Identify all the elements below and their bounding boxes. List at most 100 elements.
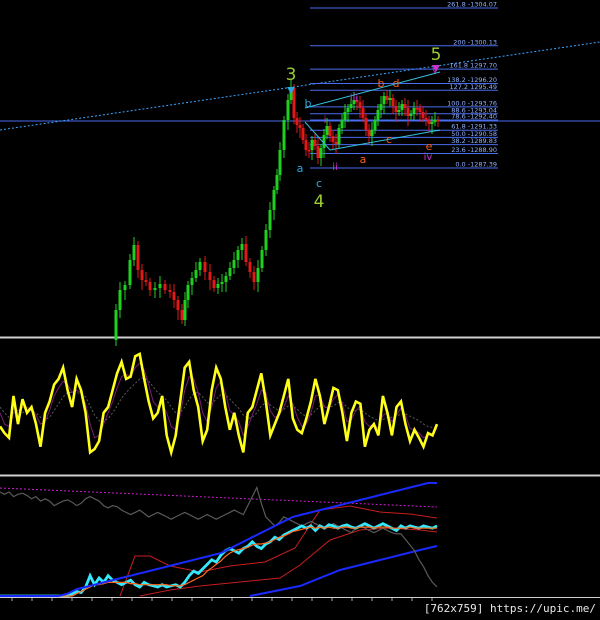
candle-body [334,142,338,144]
candle-body [376,110,380,120]
candle-body [248,262,252,272]
candle-body [361,108,365,118]
candle-body [409,114,413,116]
candle-body [132,245,136,260]
candle-body [388,98,392,100]
candle-body [186,285,190,300]
candle-body [232,260,236,268]
candle-body [391,98,395,106]
fib-level-label: 78.6 -1292.40 [451,112,497,120]
fib-level-label: 127.2 1295.49 [449,83,497,91]
candle-body [364,118,368,130]
candle-body [433,120,437,122]
candle-body [385,96,389,100]
candle-body [268,210,272,230]
chart-root: 261.8 -1304.07 200 -1300.13 161.8 1297.70 1… [0,0,600,616]
candle-body [136,245,140,270]
candle-body [436,120,440,122]
wave-label: 5 [431,45,442,65]
candle-body [418,108,422,112]
candle-body [358,102,362,108]
candle-body [148,282,152,290]
wave-label: iii [350,93,358,104]
candle-body [220,282,224,284]
candle-body [400,104,404,110]
wave-label: i [324,115,327,126]
watermark: [762x759] https://upic.me/ [423,602,596,615]
candle-body [275,175,279,190]
candle-body [301,128,305,140]
candle-body [403,104,407,108]
wave-label: iv [424,152,433,163]
wave-label: c [386,133,392,146]
candle-body [415,108,419,110]
wave-label: a [360,153,367,166]
candle-body [307,150,311,152]
candle-body [379,104,383,110]
trading-chart: 261.8 -1304.07 200 -1300.13 161.8 1297.70 1… [0,0,600,616]
candle-body [286,100,290,120]
candle-body [208,272,212,280]
candle-body [292,88,296,118]
candle-body [337,128,341,144]
candle-body [256,268,260,282]
wave-label: c [316,177,322,190]
candle-body [236,250,240,260]
candle-body [158,284,162,288]
candle-body [278,150,282,175]
candle-body [424,118,428,120]
candle-body [228,268,232,276]
candle-body [216,284,220,288]
candle-body [304,140,308,150]
fib-level-label: 38.2 -1289.83 [451,137,497,145]
candle-body [123,285,127,290]
candle-body [224,276,228,282]
wave-label: ii [332,162,338,173]
candle-body [172,292,176,300]
wave-label: b [378,77,385,90]
candle-body [427,120,431,124]
fib-level-label: 0.0 -1287.39 [455,161,497,169]
candle-body [264,230,268,250]
candle-body [180,310,184,320]
candle-body [298,125,302,128]
wave-label: d [393,77,400,90]
candle-body [203,262,207,272]
candle-body [282,120,286,150]
fib-level-label: 261.8 -1304.07 [447,1,497,9]
candle-body [272,190,276,210]
candle-body [144,280,148,282]
candle-body [394,106,398,112]
candle-body [244,244,248,262]
fib-level-label: 161.8 1297.70 [449,62,497,70]
wave-label: 3 [286,65,297,85]
candle-body [295,118,299,125]
candle-body [373,120,377,130]
candle-body [310,140,314,150]
candle-body [316,146,320,158]
wave-label: 4 [314,192,325,212]
candle-body [260,250,264,268]
candle-body [397,110,401,112]
candle-body [198,262,202,270]
candle-body [163,284,167,290]
candle-body [370,130,374,136]
candle-body [325,126,329,135]
candle-body [346,108,350,112]
candle-body [343,112,347,120]
candle-body [212,280,216,288]
candle-body [406,108,410,116]
candle-body [118,290,122,310]
candle-body [183,300,187,320]
candle-body [319,148,323,158]
candle-body [412,108,416,114]
fib-level-label: 200 -1300.13 [453,38,497,46]
wave-label: a [297,162,304,175]
candle-body [252,272,256,282]
candle-body [153,288,157,290]
candle-body [128,260,132,285]
candle-body [140,270,144,280]
candle-body [328,126,332,136]
candle-body [367,130,371,136]
candle-body [313,140,317,146]
